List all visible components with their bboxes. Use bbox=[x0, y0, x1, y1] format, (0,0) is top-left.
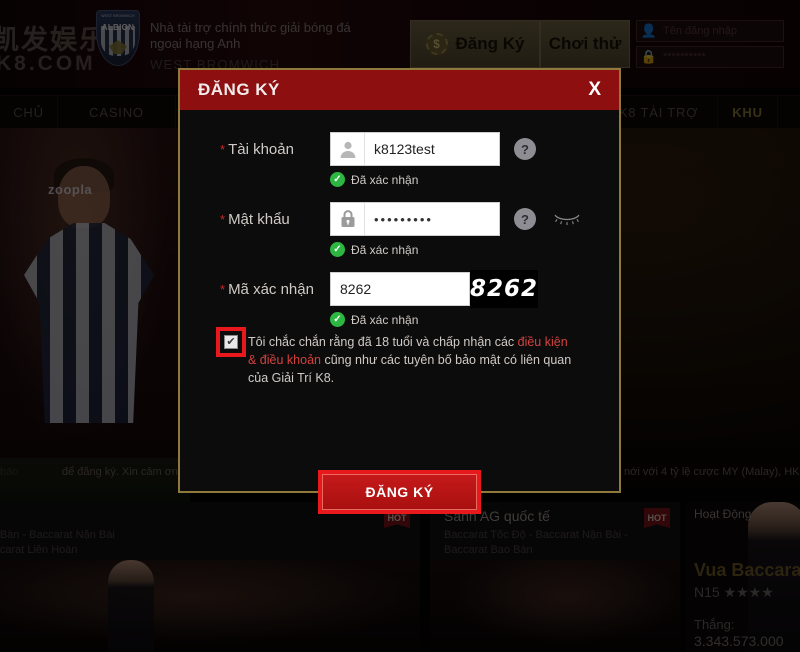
captcha-confirm-text: Đã xác nhận bbox=[351, 312, 419, 327]
form-row-account: *Tài khoản ? ✓ Đã xác nhận bbox=[180, 132, 619, 202]
check-icon: ✓ bbox=[330, 312, 345, 327]
agreement-text: Tôi chắc chắn rằng đã 18 tuổi và chấp nh… bbox=[248, 333, 579, 387]
agreement-row: ✔ Tôi chắc chắn rằng đã 18 tuổi và chấp … bbox=[180, 327, 619, 387]
password-help-icon[interactable]: ? bbox=[514, 208, 536, 230]
padlock-icon bbox=[331, 203, 365, 235]
captcha-image[interactable]: 8262 bbox=[470, 270, 538, 308]
required-asterisk: * bbox=[220, 142, 226, 157]
modal-body: *Tài khoản ? ✓ Đã xác nhận *Mật khẩu bbox=[180, 110, 619, 514]
check-icon: ✓ bbox=[330, 242, 345, 257]
modal-header: ĐĂNG KÝ X bbox=[180, 70, 619, 110]
captcha-confirm-message: ✓ Đã xác nhận bbox=[330, 312, 418, 327]
account-field-wrap[interactable] bbox=[330, 132, 555, 166]
checkbox-highlight-box: ✔ bbox=[216, 327, 246, 357]
eye-toggle-icon[interactable] bbox=[550, 213, 584, 225]
form-row-password: *Mật khẩu ? ✓ Đã xác nhận bbox=[180, 202, 619, 272]
password-confirm-message: ✓ Đã xác nhận bbox=[330, 242, 418, 257]
account-confirm-text: Đã xác nhận bbox=[351, 172, 419, 187]
register-modal: ĐĂNG KÝ X *Tài khoản ? ✓ Đã xác nhận bbox=[178, 68, 621, 514]
modal-title: ĐĂNG KÝ bbox=[198, 80, 280, 99]
register-submit-button[interactable]: ĐĂNG KÝ bbox=[322, 474, 477, 510]
agreement-checkbox[interactable]: ✔ bbox=[224, 335, 238, 349]
account-confirm-message: ✓ Đã xác nhận bbox=[330, 172, 418, 187]
password-confirm-text: Đã xác nhận bbox=[351, 242, 419, 257]
password-field-wrap[interactable] bbox=[330, 202, 580, 236]
captcha-field-wrap[interactable] bbox=[330, 272, 521, 306]
close-icon[interactable]: X bbox=[584, 79, 605, 101]
check-icon: ✓ bbox=[330, 172, 345, 187]
agreement-part-1: Tôi chắc chắn rằng đã 18 tuổi và chấp nh… bbox=[248, 335, 518, 349]
required-asterisk: * bbox=[220, 282, 226, 297]
account-help-icon[interactable]: ? bbox=[514, 138, 536, 160]
submit-highlight-box: ĐĂNG KÝ bbox=[318, 470, 481, 514]
required-asterisk: * bbox=[220, 212, 226, 227]
submit-row: ĐĂNG KÝ bbox=[180, 470, 619, 514]
user-avatar-icon bbox=[331, 133, 365, 165]
page-root: 凯发娱乐 K8.COM WEST BROMWICH ALBION Nhà tài… bbox=[0, 0, 800, 652]
